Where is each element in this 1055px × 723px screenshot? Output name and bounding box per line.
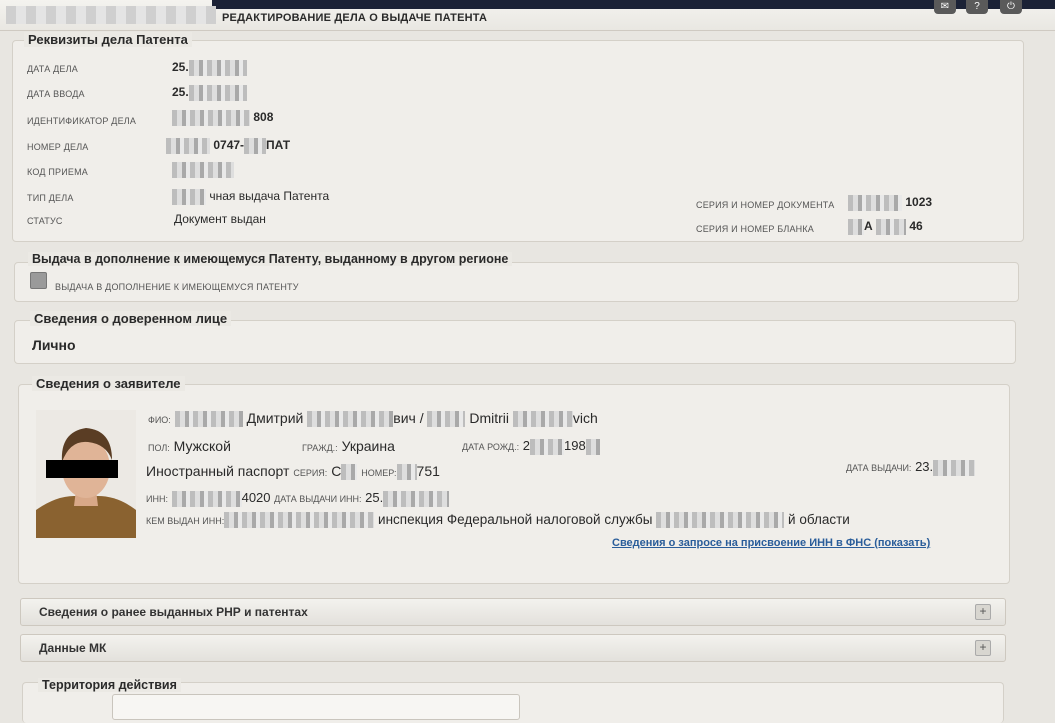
case-type-value: чная выдача Патента — [172, 189, 329, 205]
form-series-value: А 46 — [848, 219, 923, 235]
case-number-value: 0747- ПАТ — [166, 138, 290, 154]
status-value: Документ выдан — [174, 212, 266, 226]
inn-issuer-row: КЕМ ВЫДАН ИНН: инспекция Федеральной нал… — [146, 512, 850, 529]
inn-row: ИНН: 4020 ДАТА ВЫДАЧИ ИНН: 25. — [146, 490, 450, 507]
case-legend: Реквизиты дела Патента — [24, 32, 192, 47]
citizenship-value: Украина — [341, 438, 395, 454]
addition-checkbox[interactable] — [30, 272, 47, 289]
power-icon[interactable]: ⏻ — [1000, 0, 1022, 14]
addition-checkbox-label: ВЫДАЧА В ДОПОЛНЕНИЕ К ИМЕЮЩЕМУСЯ ПАТЕНТУ — [55, 282, 299, 292]
sex-row: ПОЛ: Мужской — [148, 438, 231, 454]
patronymic-en: vich — [572, 410, 598, 426]
applicant-legend: Сведения о заявителе — [32, 376, 185, 391]
applicant-photo — [36, 410, 136, 538]
fio-label: ФИО: — [148, 415, 171, 425]
redacted-logo — [6, 6, 216, 24]
case-panel — [12, 40, 1024, 242]
passport-issue-row: ДАТА ВЫДАЧИ: 23. — [846, 459, 976, 476]
expand-icon[interactable]: + — [975, 604, 991, 620]
doc-series-value: 1023 — [848, 195, 932, 211]
patronymic-ru: вич / — [393, 410, 424, 426]
header-strip — [212, 0, 1055, 9]
case-number-label: НОМЕР ДЕЛА — [27, 142, 89, 152]
citizenship-row: ГРАЖД.: Украина — [302, 438, 395, 454]
trustee-legend: Сведения о доверенном лице — [30, 311, 232, 326]
entry-date-value: 25. — [172, 85, 247, 101]
help-icon[interactable]: ? — [966, 0, 988, 14]
name-en: Dmitrii — [469, 410, 510, 426]
trustee-panel — [14, 320, 1016, 364]
sex-value: Мужской — [173, 438, 231, 454]
case-date-value: 25. — [172, 60, 247, 76]
birth-row: ДАТА РОЖД.: 2 198 — [462, 438, 600, 455]
passport-type: Иностранный паспорт — [146, 463, 290, 479]
case-id-label: ИДЕНТИФИКАТОР ДЕЛА — [27, 116, 137, 126]
trustee-value: Лично — [32, 337, 76, 353]
entry-date-label: ДАТА ВВОДА — [27, 89, 85, 99]
receipt-code-value — [172, 162, 234, 178]
page-title: РЕДАКТИРОВАНИЕ ДЕЛА О ВЫДАЧЕ ПАТЕНТА — [222, 12, 488, 24]
fio-row: ФИО: Дмитрий вич / Dmitrii vich — [148, 410, 598, 428]
top-bar: РЕДАКТИРОВАНИЕ ДЕЛА О ВЫДАЧЕ ПАТЕНТА ✉ ?… — [0, 0, 1055, 31]
territory-select[interactable] — [112, 694, 520, 720]
mk-data-accordion[interactable]: Данные МК + — [20, 634, 1006, 662]
territory-legend: Территория действия — [38, 678, 181, 692]
case-id-value: 808 — [172, 110, 273, 126]
passport-row: Иностранный паспорт СЕРИЯ: С НОМЕР: 751 — [146, 463, 440, 481]
prev-permits-accordion[interactable]: Сведения о ранее выданных РНР и патентах… — [20, 598, 1006, 626]
name-ru: Дмитрий — [246, 410, 304, 426]
form-series-label: СЕРИЯ И НОМЕР БЛАНКА — [696, 224, 815, 234]
addition-legend: Выдача в дополнение к имеющемуся Патенту… — [28, 252, 513, 266]
status-label: СТАТУС — [27, 216, 63, 226]
case-date-label: ДАТА ДЕЛА — [27, 64, 78, 74]
fns-request-link[interactable]: Сведения о запросе на присвоение ИНН в Ф… — [612, 537, 930, 549]
receipt-code-label: КОД ПРИЕМА — [27, 167, 88, 177]
expand-icon[interactable]: + — [975, 640, 991, 656]
mail-icon[interactable]: ✉ — [934, 0, 956, 14]
doc-series-label: СЕРИЯ И НОМЕР ДОКУМЕНТА — [696, 200, 835, 210]
case-type-label: ТИП ДЕЛА — [27, 193, 74, 203]
